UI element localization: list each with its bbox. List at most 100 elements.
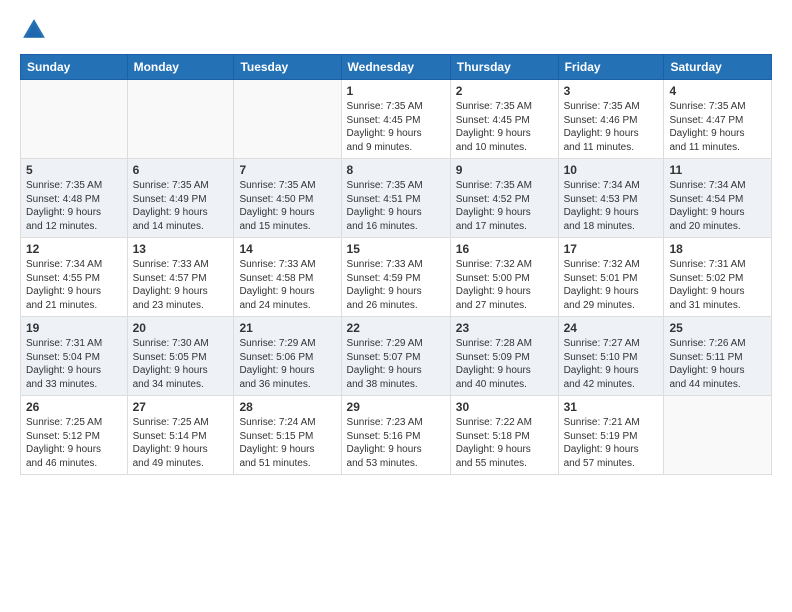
day-info: Sunrise: 7:30 AM Sunset: 5:05 PM Dayligh… bbox=[133, 337, 229, 391]
day-info: Sunrise: 7:31 AM Sunset: 5:04 PM Dayligh… bbox=[26, 337, 122, 391]
day-info: Sunrise: 7:29 AM Sunset: 5:06 PM Dayligh… bbox=[239, 337, 335, 391]
calendar-cell: 3 Sunrise: 7:35 AM Sunset: 4:46 PM Daylig… bbox=[558, 80, 664, 159]
day-number: 31 bbox=[564, 400, 659, 414]
day-number: 28 bbox=[239, 400, 335, 414]
day-info: Sunrise: 7:35 AM Sunset: 4:46 PM Dayligh… bbox=[564, 100, 659, 154]
day-info: Sunrise: 7:23 AM Sunset: 5:16 PM Dayligh… bbox=[347, 416, 445, 470]
day-number: 1 bbox=[347, 84, 445, 98]
calendar-cell: 4 Sunrise: 7:35 AM Sunset: 4:47 PM Daylig… bbox=[664, 80, 772, 159]
day-number: 17 bbox=[564, 242, 659, 256]
calendar-header-wednesday: Wednesday bbox=[341, 55, 450, 80]
calendar-cell: 19 Sunrise: 7:31 AM Sunset: 5:04 PM Dayli… bbox=[21, 317, 128, 396]
calendar-cell: 26 Sunrise: 7:25 AM Sunset: 5:12 PM Dayli… bbox=[21, 396, 128, 475]
day-info: Sunrise: 7:35 AM Sunset: 4:48 PM Dayligh… bbox=[26, 179, 122, 233]
day-number: 13 bbox=[133, 242, 229, 256]
day-info: Sunrise: 7:21 AM Sunset: 5:19 PM Dayligh… bbox=[564, 416, 659, 470]
day-info: Sunrise: 7:35 AM Sunset: 4:45 PM Dayligh… bbox=[456, 100, 553, 154]
day-number: 22 bbox=[347, 321, 445, 335]
day-number: 29 bbox=[347, 400, 445, 414]
calendar-header-row: SundayMondayTuesdayWednesdayThursdayFrid… bbox=[21, 55, 772, 80]
day-info: Sunrise: 7:22 AM Sunset: 5:18 PM Dayligh… bbox=[456, 416, 553, 470]
day-info: Sunrise: 7:33 AM Sunset: 4:58 PM Dayligh… bbox=[239, 258, 335, 312]
day-number: 27 bbox=[133, 400, 229, 414]
day-info: Sunrise: 7:28 AM Sunset: 5:09 PM Dayligh… bbox=[456, 337, 553, 391]
day-info: Sunrise: 7:25 AM Sunset: 5:12 PM Dayligh… bbox=[26, 416, 122, 470]
calendar-cell: 11 Sunrise: 7:34 AM Sunset: 4:54 PM Dayli… bbox=[664, 159, 772, 238]
calendar: SundayMondayTuesdayWednesdayThursdayFrid… bbox=[20, 54, 772, 475]
calendar-cell: 20 Sunrise: 7:30 AM Sunset: 5:05 PM Dayli… bbox=[127, 317, 234, 396]
day-number: 5 bbox=[26, 163, 122, 177]
day-number: 25 bbox=[669, 321, 766, 335]
day-info: Sunrise: 7:29 AM Sunset: 5:07 PM Dayligh… bbox=[347, 337, 445, 391]
day-number: 19 bbox=[26, 321, 122, 335]
calendar-cell: 12Sunrise: 7:34 AM Sunset: 4:55 PM Dayli… bbox=[21, 238, 128, 317]
calendar-cell: 23 Sunrise: 7:28 AM Sunset: 5:09 PM Dayli… bbox=[450, 317, 558, 396]
day-number: 8 bbox=[347, 163, 445, 177]
day-info: Sunrise: 7:32 AM Sunset: 5:00 PM Dayligh… bbox=[456, 258, 553, 312]
logo-icon bbox=[20, 16, 48, 44]
calendar-cell: 21 Sunrise: 7:29 AM Sunset: 5:06 PM Dayli… bbox=[234, 317, 341, 396]
day-info: Sunrise: 7:32 AM Sunset: 5:01 PM Dayligh… bbox=[564, 258, 659, 312]
calendar-cell: 15Sunrise: 7:33 AM Sunset: 4:59 PM Dayli… bbox=[341, 238, 450, 317]
calendar-cell: 1 Sunrise: 7:35 AM Sunset: 4:45 PM Daylig… bbox=[341, 80, 450, 159]
calendar-cell: 16 Sunrise: 7:32 AM Sunset: 5:00 PM Dayli… bbox=[450, 238, 558, 317]
day-number: 15 bbox=[347, 242, 445, 256]
day-info: Sunrise: 7:34 AM Sunset: 4:53 PM Dayligh… bbox=[564, 179, 659, 233]
calendar-cell bbox=[664, 396, 772, 475]
calendar-cell: 14 Sunrise: 7:33 AM Sunset: 4:58 PM Dayli… bbox=[234, 238, 341, 317]
day-number: 20 bbox=[133, 321, 229, 335]
day-number: 16 bbox=[456, 242, 553, 256]
day-number: 14 bbox=[239, 242, 335, 256]
day-info: Sunrise: 7:35 AM Sunset: 4:50 PM Dayligh… bbox=[239, 179, 335, 233]
day-info: Sunrise: 7:35 AM Sunset: 4:52 PM Dayligh… bbox=[456, 179, 553, 233]
calendar-cell: 31 Sunrise: 7:21 AM Sunset: 5:19 PM Dayli… bbox=[558, 396, 664, 475]
calendar-cell: 5 Sunrise: 7:35 AM Sunset: 4:48 PM Daylig… bbox=[21, 159, 128, 238]
day-number: 23 bbox=[456, 321, 553, 335]
day-info: Sunrise: 7:27 AM Sunset: 5:10 PM Dayligh… bbox=[564, 337, 659, 391]
day-info: Sunrise: 7:35 AM Sunset: 4:51 PM Dayligh… bbox=[347, 179, 445, 233]
day-number: 6 bbox=[133, 163, 229, 177]
calendar-cell: 24Sunrise: 7:27 AM Sunset: 5:10 PM Dayli… bbox=[558, 317, 664, 396]
calendar-cell: 18 Sunrise: 7:31 AM Sunset: 5:02 PM Dayli… bbox=[664, 238, 772, 317]
day-number: 26 bbox=[26, 400, 122, 414]
calendar-cell: 10 Sunrise: 7:34 AM Sunset: 4:53 PM Dayli… bbox=[558, 159, 664, 238]
calendar-week-5: 26 Sunrise: 7:25 AM Sunset: 5:12 PM Dayli… bbox=[21, 396, 772, 475]
calendar-header-thursday: Thursday bbox=[450, 55, 558, 80]
calendar-cell: 28 Sunrise: 7:24 AM Sunset: 5:15 PM Dayli… bbox=[234, 396, 341, 475]
calendar-cell: 27Sunrise: 7:25 AM Sunset: 5:14 PM Dayli… bbox=[127, 396, 234, 475]
calendar-cell: 6 Sunrise: 7:35 AM Sunset: 4:49 PM Daylig… bbox=[127, 159, 234, 238]
header bbox=[20, 16, 772, 44]
day-info: Sunrise: 7:35 AM Sunset: 4:45 PM Dayligh… bbox=[347, 100, 445, 154]
day-number: 10 bbox=[564, 163, 659, 177]
calendar-cell bbox=[127, 80, 234, 159]
calendar-cell bbox=[21, 80, 128, 159]
calendar-header-monday: Monday bbox=[127, 55, 234, 80]
logo bbox=[20, 16, 52, 44]
calendar-cell: 29 Sunrise: 7:23 AM Sunset: 5:16 PM Dayli… bbox=[341, 396, 450, 475]
calendar-cell: 8 Sunrise: 7:35 AM Sunset: 4:51 PM Daylig… bbox=[341, 159, 450, 238]
calendar-cell: 17 Sunrise: 7:32 AM Sunset: 5:01 PM Dayli… bbox=[558, 238, 664, 317]
calendar-cell: 9 Sunrise: 7:35 AM Sunset: 4:52 PM Daylig… bbox=[450, 159, 558, 238]
calendar-cell bbox=[234, 80, 341, 159]
calendar-header-sunday: Sunday bbox=[21, 55, 128, 80]
day-info: Sunrise: 7:34 AM Sunset: 4:54 PM Dayligh… bbox=[669, 179, 766, 233]
calendar-cell: 2 Sunrise: 7:35 AM Sunset: 4:45 PM Daylig… bbox=[450, 80, 558, 159]
day-number: 3 bbox=[564, 84, 659, 98]
day-info: Sunrise: 7:26 AM Sunset: 5:11 PM Dayligh… bbox=[669, 337, 766, 391]
day-number: 4 bbox=[669, 84, 766, 98]
day-number: 11 bbox=[669, 163, 766, 177]
day-info: Sunrise: 7:24 AM Sunset: 5:15 PM Dayligh… bbox=[239, 416, 335, 470]
day-info: Sunrise: 7:35 AM Sunset: 4:47 PM Dayligh… bbox=[669, 100, 766, 154]
day-info: Sunrise: 7:31 AM Sunset: 5:02 PM Dayligh… bbox=[669, 258, 766, 312]
day-number: 21 bbox=[239, 321, 335, 335]
calendar-cell: 7Sunrise: 7:35 AM Sunset: 4:50 PM Daylig… bbox=[234, 159, 341, 238]
day-info: Sunrise: 7:33 AM Sunset: 4:57 PM Dayligh… bbox=[133, 258, 229, 312]
page: SundayMondayTuesdayWednesdayThursdayFrid… bbox=[0, 0, 792, 612]
day-number: 18 bbox=[669, 242, 766, 256]
calendar-header-tuesday: Tuesday bbox=[234, 55, 341, 80]
day-number: 12 bbox=[26, 242, 122, 256]
day-info: Sunrise: 7:35 AM Sunset: 4:49 PM Dayligh… bbox=[133, 179, 229, 233]
calendar-cell: 22 Sunrise: 7:29 AM Sunset: 5:07 PM Dayli… bbox=[341, 317, 450, 396]
day-number: 9 bbox=[456, 163, 553, 177]
day-number: 2 bbox=[456, 84, 553, 98]
